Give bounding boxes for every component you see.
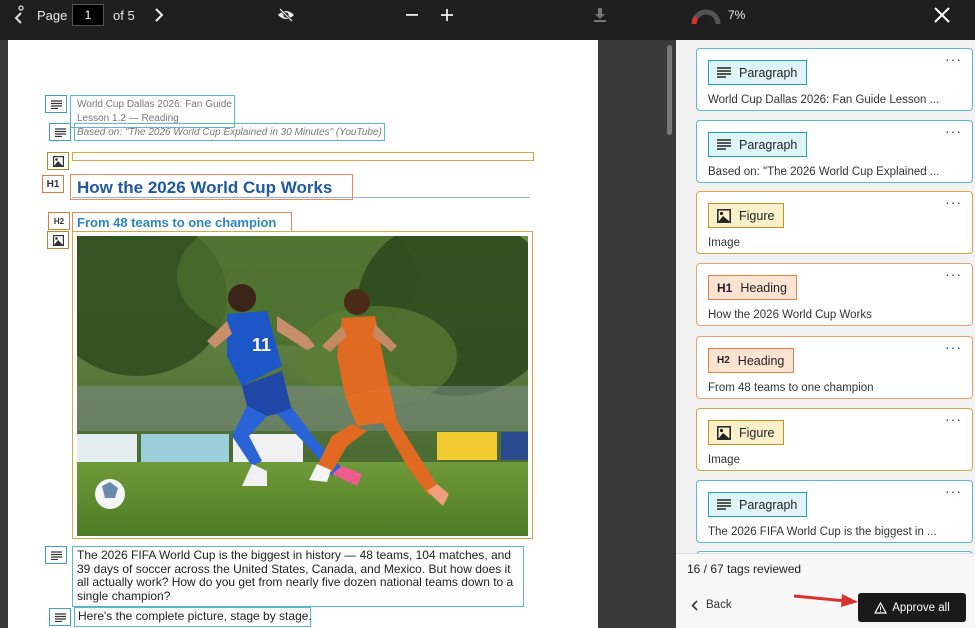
card-description: Based on: "The 2026 World Cup Explained … <box>708 166 940 178</box>
paragraph-chip[interactable]: Paragraph <box>708 60 808 85</box>
figure-region[interactable] <box>72 152 534 161</box>
tag-card-paragraph[interactable]: Paragraph ··· Based on: "The 2026 World … <box>696 120 973 183</box>
page-count: of 5 <box>113 8 135 23</box>
card-description: The 2026 FIFA World Cup is the biggest i… <box>708 526 937 538</box>
tag-card-paragraph[interactable]: Paragraph ··· The 2026 FIFA World Cup is… <box>696 480 973 543</box>
heading-underline <box>72 197 530 198</box>
doc-last-paragraph: Here's the complete picture, stage by st… <box>78 609 312 623</box>
more-options-icon[interactable]: ··· <box>945 51 962 67</box>
back-label: Back <box>706 599 732 611</box>
doc-body-paragraph: The 2026 FIFA World Cup is the biggest i… <box>77 548 514 603</box>
more-options-icon[interactable]: ··· <box>945 483 962 499</box>
chevron-left-icon[interactable] <box>8 2 28 28</box>
more-options-icon[interactable]: ··· <box>945 266 962 282</box>
more-options-icon[interactable]: ··· <box>945 123 962 139</box>
chevron-right-icon[interactable] <box>150 6 168 24</box>
review-progress-text: 16 / 67 tags reviewed <box>687 562 802 576</box>
paragraph-chip[interactable]: Paragraph <box>708 492 808 517</box>
tag-card-heading-1[interactable]: H1 Heading ··· How the 2026 World Cup Wo… <box>696 263 973 326</box>
paragraph-tag-icon[interactable] <box>49 123 71 141</box>
tag-card-figure[interactable]: Figure ··· Image <box>696 191 973 254</box>
annotation-arrow-icon <box>793 594 858 607</box>
svg-text:11: 11 <box>252 335 271 355</box>
chip-label: Heading <box>740 280 787 295</box>
more-options-icon[interactable]: ··· <box>945 411 962 427</box>
more-options-icon[interactable]: ··· <box>945 339 962 355</box>
page-label: Page <box>37 8 68 23</box>
zoom-in-icon[interactable] <box>439 5 455 25</box>
figure-tag-icon[interactable] <box>47 152 69 170</box>
approve-all-label: Approve all <box>892 601 950 614</box>
figure-icon <box>717 425 731 440</box>
tag-card-heading-2[interactable]: H2 Heading ··· From 48 teams to one cham… <box>696 336 973 399</box>
chevron-left-icon <box>691 599 698 611</box>
progress-gauge-icon <box>690 6 722 26</box>
paragraph-tag-icon[interactable] <box>45 546 67 564</box>
figure-chip[interactable]: Figure <box>708 420 785 445</box>
paragraph-tag-icon[interactable] <box>49 608 71 626</box>
top-toolbar: Page 1 of 5 7% <box>0 0 975 40</box>
doc-source-line: Based on: "The 2026 World Cup Explained … <box>77 127 382 138</box>
approve-all-button[interactable]: Approve all <box>858 593 966 622</box>
card-description: From 48 teams to one champion <box>708 382 874 394</box>
chip-label: Paragraph <box>739 137 798 152</box>
heading-chip[interactable]: H2 Heading <box>708 348 795 373</box>
chip-label: Paragraph <box>739 497 798 512</box>
paragraph-icon <box>717 499 731 510</box>
more-options-icon[interactable]: ··· <box>945 194 962 210</box>
paragraph-chip[interactable]: Paragraph <box>708 132 808 157</box>
figure-icon <box>717 208 731 223</box>
tags-panel: Paragraph ··· World Cup Dallas 2026: Fan… <box>676 40 975 628</box>
card-description: How the 2026 World Cup Works <box>708 309 872 321</box>
chip-label: Paragraph <box>739 65 798 80</box>
heading-chip[interactable]: H1 Heading <box>708 275 797 300</box>
card-description: Image <box>708 454 740 466</box>
soccer-photo: 11 <box>77 236 528 536</box>
warning-icon <box>874 601 888 614</box>
paragraph-tag-icon[interactable] <box>45 95 67 113</box>
scrollbar-thumb[interactable] <box>667 45 672 135</box>
tag-card-figure[interactable]: Figure ··· Image <box>696 408 973 471</box>
card-description: World Cup Dallas 2026: Fan Guide Lesson … <box>708 94 940 106</box>
progress-percent: 7% <box>728 8 746 22</box>
download-icon[interactable] <box>592 5 608 25</box>
doc-heading-2: From 48 teams to one champion <box>77 215 277 230</box>
doc-heading-1: How the 2026 World Cup Works <box>77 178 333 197</box>
h1-icon: H1 <box>717 280 733 295</box>
heading1-tag-icon[interactable]: H1 <box>42 175 64 193</box>
heading2-tag-icon[interactable]: H2 <box>48 212 70 230</box>
zoom-out-icon[interactable] <box>404 5 420 25</box>
chip-label: Figure <box>739 208 775 223</box>
page-number-input[interactable]: 1 <box>72 4 104 26</box>
eye-off-icon[interactable] <box>276 5 296 25</box>
figure-tag-icon[interactable] <box>47 231 69 249</box>
chip-label: Figure <box>739 425 775 440</box>
h2-icon: H2 <box>717 355 730 366</box>
tag-card-paragraph[interactable]: Paragraph ··· World Cup Dallas 2026: Fan… <box>696 48 973 111</box>
paragraph-icon <box>717 139 731 150</box>
back-button[interactable]: Back <box>691 599 732 611</box>
chip-label: Heading <box>737 353 785 368</box>
paragraph-icon <box>717 67 731 78</box>
figure-chip[interactable]: Figure <box>708 203 785 228</box>
close-icon[interactable] <box>932 5 952 25</box>
doc-title-line: World Cup Dallas 2026: Fan Guide <box>77 99 232 110</box>
card-description: Image <box>708 237 740 249</box>
